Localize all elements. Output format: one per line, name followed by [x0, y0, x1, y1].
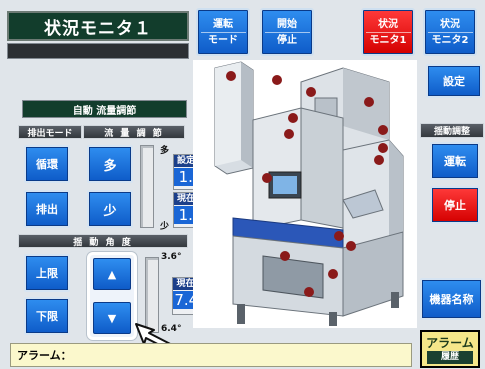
- nav-status-monitor2-button[interactable]: 状況 モニタ2: [423, 8, 477, 56]
- gauge-top-label: 多: [160, 146, 170, 156]
- nav-start-stop-button[interactable]: 開始 停止: [260, 8, 314, 56]
- angle-max-label: 3.6°: [161, 252, 182, 262]
- angle-up-button[interactable]: ▲: [93, 258, 131, 290]
- nav-operation-mode-button[interactable]: 運転 モード: [196, 8, 250, 56]
- message-bar: [7, 43, 189, 59]
- flow-adjust-header: 流 量 調 節: [83, 125, 185, 139]
- flow-increase-button[interactable]: 多: [87, 145, 133, 183]
- flow-decrease-button[interactable]: 少: [87, 190, 133, 228]
- up-arrow-icon: ▲: [107, 267, 117, 281]
- stop-button[interactable]: 停止: [430, 186, 480, 224]
- nav-label-line1: 開始: [277, 18, 297, 30]
- nav-label-line2: モニタ2: [427, 31, 473, 48]
- circulate-button[interactable]: 循環: [24, 145, 70, 183]
- auto-mode-display: 自動 流量調節: [22, 100, 187, 118]
- page-title: 状況モニタ１: [7, 11, 189, 41]
- nav-label-line1: 状況: [440, 18, 460, 30]
- run-button[interactable]: 運転: [430, 142, 480, 180]
- angle-header: 揺 動 角 度: [18, 234, 188, 248]
- equipment-name-button[interactable]: 機器名称: [420, 278, 483, 320]
- nav-label-line2: モニタ1: [365, 31, 411, 48]
- alarm-history-line2: 履歴: [427, 350, 473, 364]
- nav-label-line2: モード: [200, 31, 246, 48]
- vibration-adjust-header: 揺動調整: [420, 123, 484, 138]
- gauge-bottom-label: 少: [160, 222, 170, 232]
- nav-label-line1: 運転: [213, 18, 233, 30]
- settings-button[interactable]: 設定: [426, 64, 482, 98]
- lower-limit-button[interactable]: 下限: [24, 297, 70, 335]
- nav-label-line1: 状況: [378, 18, 398, 30]
- upper-limit-button[interactable]: 上限: [24, 254, 70, 292]
- nav-status-monitor1-button[interactable]: 状況 モニタ1: [361, 8, 415, 56]
- machine-illustration: [193, 60, 417, 328]
- alarm-history-button[interactable]: アラーム 履歴: [420, 330, 480, 368]
- alarm-bar: アラーム：: [10, 343, 412, 367]
- flow-gauge: [140, 145, 154, 228]
- nav-label-line2: 停止: [264, 31, 310, 48]
- angle-down-button[interactable]: ▼: [93, 302, 131, 334]
- down-arrow-icon: ▼: [107, 311, 117, 325]
- discharge-mode-header: 排出モード: [18, 125, 82, 139]
- discharge-button[interactable]: 排出: [24, 190, 70, 228]
- alarm-history-line1: アラーム: [426, 335, 474, 350]
- angle-arrow-frame: ▲ ▼: [87, 252, 137, 340]
- alarm-label: アラーム：: [17, 349, 72, 362]
